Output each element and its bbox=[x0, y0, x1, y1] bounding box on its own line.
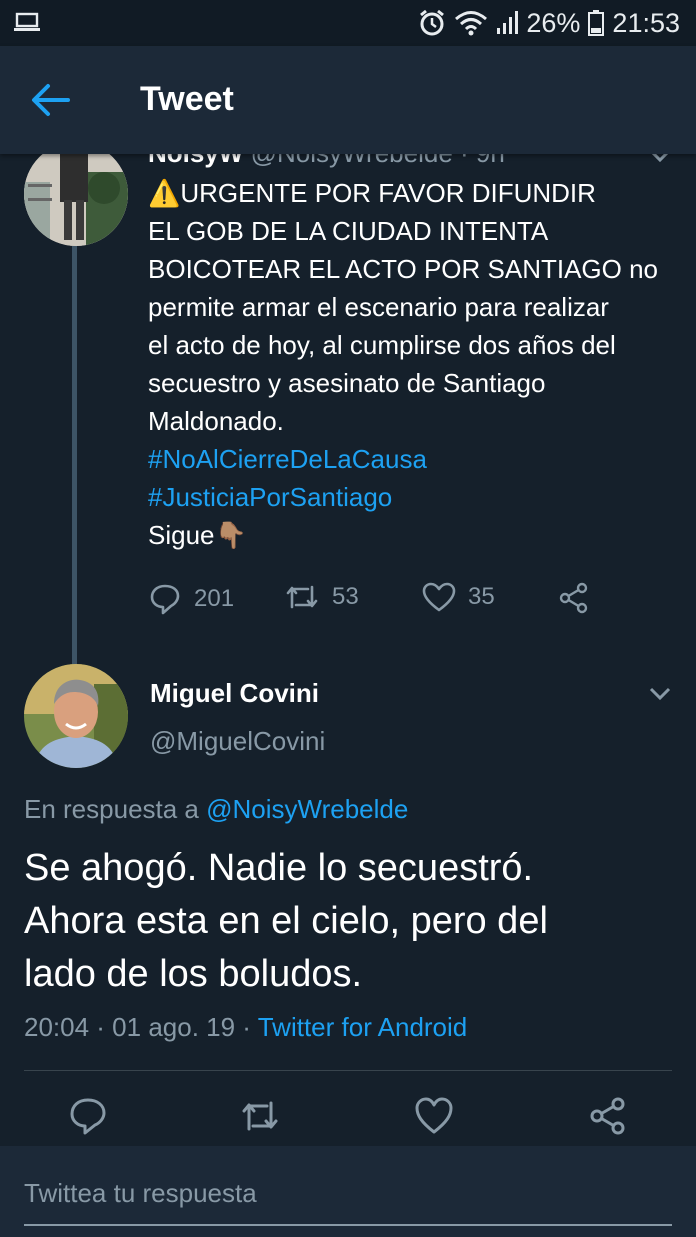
main-action-bar bbox=[0, 1092, 696, 1142]
parent-text-line: Maldonado. bbox=[148, 406, 284, 436]
alarm-icon bbox=[420, 9, 445, 36]
parent-action-bar: 201 53 35 bbox=[148, 582, 618, 622]
battery-icon bbox=[588, 10, 605, 36]
parent-text-line: permite armar el escenario para realizar bbox=[148, 292, 609, 322]
tweet-meta: 20:04 · 01 ago. 19 · Twitter for Android bbox=[24, 1012, 467, 1043]
like-button[interactable]: 35 bbox=[422, 582, 495, 612]
main-display-name[interactable]: Miguel Covini bbox=[150, 678, 319, 709]
main-chevron-down-icon[interactable] bbox=[648, 686, 672, 702]
clock: 21:53 bbox=[612, 7, 680, 38]
reply-icon[interactable] bbox=[68, 1096, 108, 1136]
main-text-line: lado de los boludos. bbox=[24, 953, 363, 995]
tweet-source-link[interactable]: Twitter for Android bbox=[258, 1012, 468, 1042]
reply-icon bbox=[150, 584, 180, 615]
tweet-thread[interactable]: NoisyW @NoisyWrebelde · 9h ⚠️URGENTE POR… bbox=[0, 154, 696, 1146]
laptop-icon bbox=[14, 12, 40, 31]
page-title: Tweet bbox=[140, 80, 234, 118]
reply-input[interactable]: Twittea tu respuesta bbox=[24, 1174, 672, 1226]
hashtag-link[interactable]: #JusticiaPorSantiago bbox=[148, 478, 678, 516]
heart-icon[interactable] bbox=[414, 1096, 454, 1136]
parent-avatar[interactable] bbox=[24, 154, 128, 246]
wifi-icon bbox=[455, 11, 488, 36]
parent-text-line: secuestro y asesinato de Santiago bbox=[148, 368, 546, 398]
hashtag-link[interactable]: #NoAlCierreDeLaCausa bbox=[148, 440, 678, 478]
tweet-timestamp: 20:04 · 01 ago. 19 · bbox=[24, 1012, 251, 1042]
parent-tweet-header: NoisyW @NoisyWrebelde · 9h bbox=[148, 154, 505, 169]
app-bar: Tweet bbox=[0, 46, 696, 154]
main-text-line: Ahora esta en el cielo, pero del bbox=[24, 900, 548, 942]
signal-icon bbox=[497, 11, 519, 34]
main-tweet-text: Se ahogó. Nadie lo secuestró. Ahora esta… bbox=[24, 842, 674, 1001]
reply-count: 201 bbox=[194, 585, 235, 612]
reply-handle-link[interactable]: @NoisyWrebelde bbox=[206, 794, 408, 824]
parent-text-line: ⚠️URGENTE POR FAVOR DIFUNDIR bbox=[148, 178, 596, 208]
share-icon[interactable] bbox=[588, 1096, 628, 1136]
parent-text-line: EL GOB DE LA CIUDAD INTENTA bbox=[148, 216, 549, 246]
retweet-button[interactable]: 53 bbox=[284, 582, 359, 612]
reply-button[interactable]: 201 bbox=[148, 582, 234, 616]
main-avatar[interactable] bbox=[24, 664, 128, 768]
heart-icon bbox=[422, 582, 456, 612]
retweet-icon[interactable] bbox=[240, 1096, 280, 1136]
parent-tweet-text: ⚠️URGENTE POR FAVOR DIFUNDIR EL GOB DE L… bbox=[148, 174, 678, 554]
reply-prefix: En respuesta a bbox=[24, 794, 199, 824]
back-arrow-icon[interactable] bbox=[30, 82, 70, 118]
share-button[interactable] bbox=[558, 582, 590, 614]
divider bbox=[24, 1070, 672, 1071]
share-icon bbox=[559, 582, 588, 614]
battery-percent: 26% bbox=[526, 7, 581, 38]
thread-connector bbox=[72, 246, 77, 666]
parent-avatar-photo bbox=[24, 154, 128, 246]
like-count: 35 bbox=[468, 583, 495, 610]
parent-text-tail: Sigue👇🏽 bbox=[148, 520, 247, 550]
reply-composer: Twittea tu respuesta bbox=[0, 1146, 696, 1237]
retweet-count: 53 bbox=[332, 583, 359, 610]
parent-display-name: NoisyW bbox=[148, 154, 243, 168]
main-handle[interactable]: @MiguelCovini bbox=[150, 726, 325, 757]
parent-chevron-down-icon[interactable] bbox=[648, 154, 672, 164]
retweet-icon bbox=[286, 585, 318, 609]
parent-handle: @NoisyWrebelde bbox=[251, 154, 453, 168]
parent-text-line: el acto de hoy, al cumplirse dos años de… bbox=[148, 330, 616, 360]
parent-text-line: BOICOTEAR EL ACTO POR SANTIAGO no bbox=[148, 254, 659, 284]
main-avatar-photo bbox=[24, 664, 128, 768]
status-bar: 26% 21:53 bbox=[0, 0, 696, 46]
reply-context: En respuesta a @NoisyWrebelde bbox=[24, 794, 408, 825]
parent-time: 9h bbox=[476, 154, 505, 168]
main-text-line: Se ahogó. Nadie lo secuestró. bbox=[24, 847, 534, 889]
